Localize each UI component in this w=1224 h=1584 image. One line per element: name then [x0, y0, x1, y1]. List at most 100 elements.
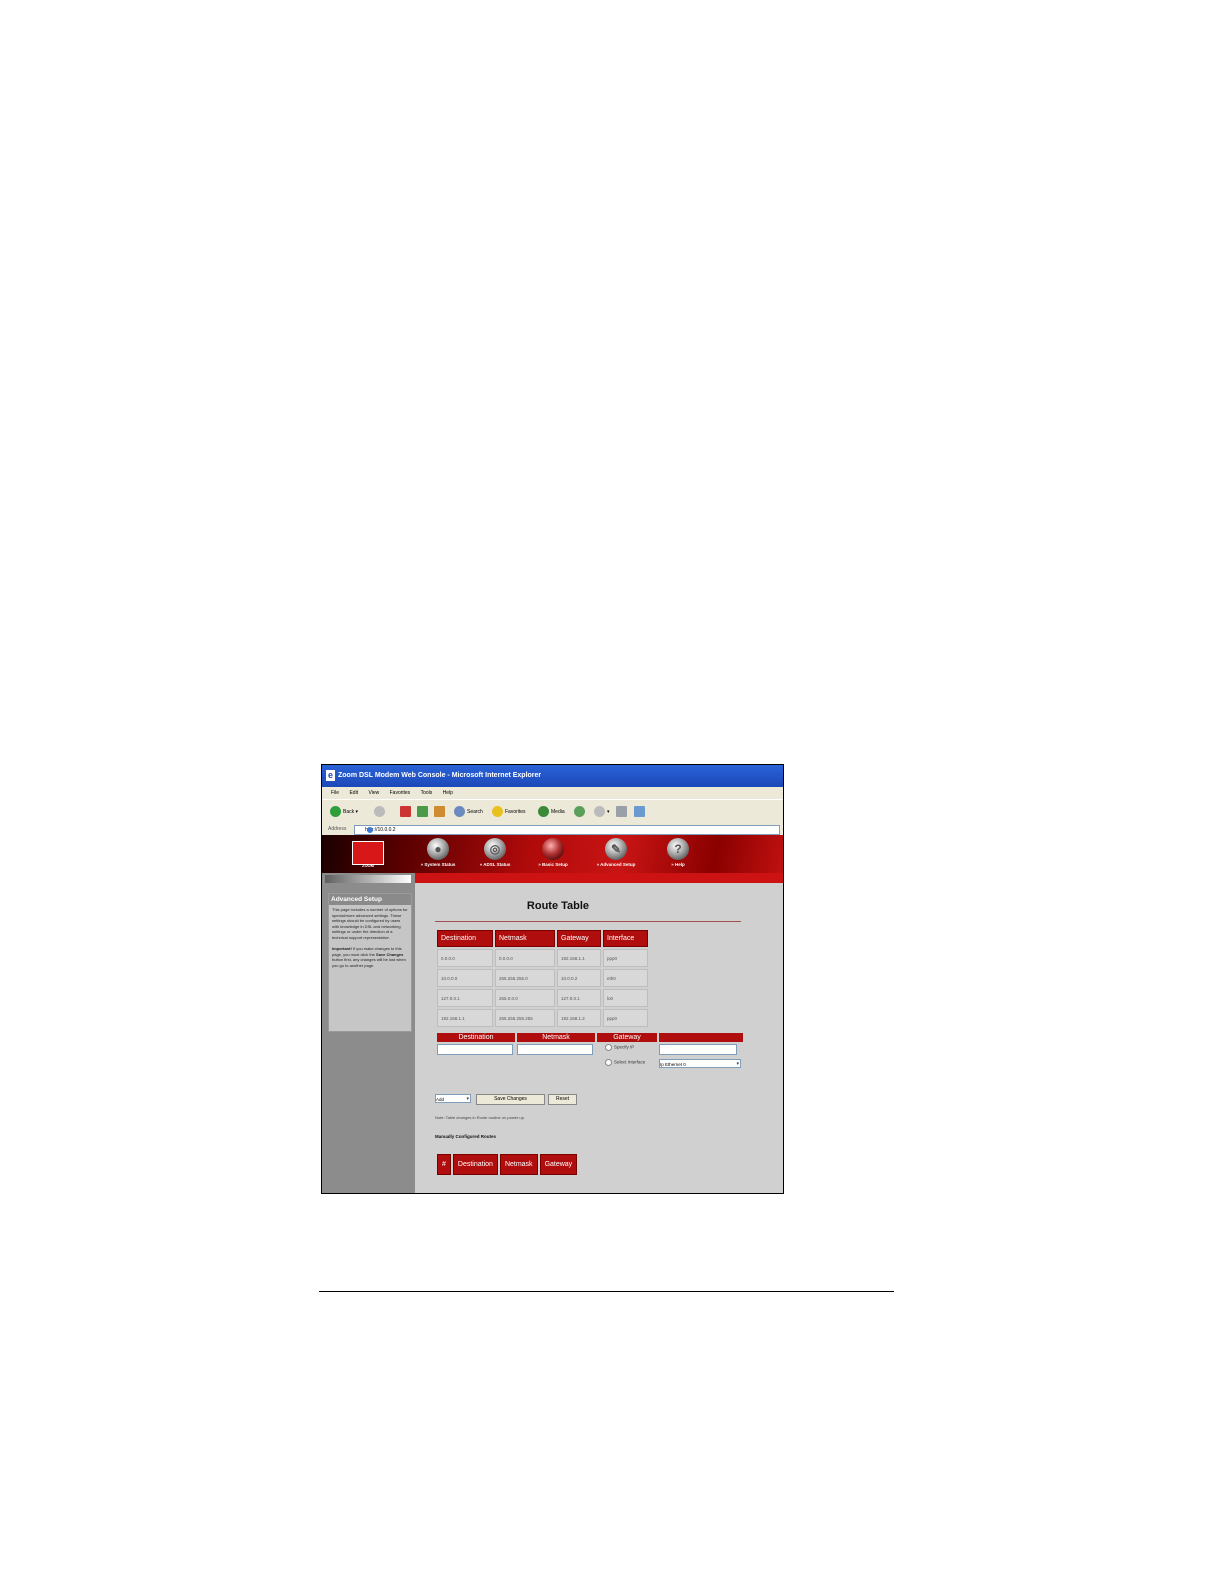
- cell-gateway: 192.168.1.1: [557, 949, 601, 967]
- page-icon: [367, 827, 373, 833]
- logo-text: ZOOM: [362, 863, 374, 868]
- cell-interface: ppp0: [603, 1009, 648, 1027]
- stop-icon: [400, 806, 411, 818]
- cell-interface: lo0: [603, 989, 648, 1007]
- gateway-ip-input[interactable]: [659, 1044, 737, 1055]
- mode-select[interactable]: Add ▾: [435, 1094, 471, 1103]
- search-button[interactable]: Search: [454, 805, 483, 819]
- home-icon: [434, 806, 445, 818]
- sidebar-help-panel: Advanced Setup This page includes a numb…: [328, 893, 412, 1032]
- menu-help[interactable]: Help: [443, 790, 453, 796]
- forward-button[interactable]: [374, 805, 387, 819]
- title-divider: [435, 921, 741, 922]
- history-icon: [574, 806, 585, 818]
- form-header-destination: Destination: [437, 1033, 515, 1042]
- cell-destination: 10.0.0.0: [437, 969, 493, 987]
- address-label: Address: [328, 826, 347, 832]
- header-netmask: Netmask: [495, 930, 555, 947]
- cell-gateway: 192.168.1.2: [557, 1009, 601, 1027]
- history-button[interactable]: [574, 805, 587, 819]
- nav-adsl-status[interactable]: ◎ » ADSL Status: [465, 838, 525, 867]
- table-row: 192.168.1.1 255.255.255.255 192.168.1.2 …: [437, 1009, 648, 1027]
- nav-help[interactable]: ? » Help: [648, 838, 708, 867]
- interface-select[interactable]: Ip Ethernet 0 ▾: [659, 1059, 741, 1068]
- cell-netmask: 0.0.0.0: [495, 949, 555, 967]
- browser-toolbar: Back ▾ Search Favorites Media ▾: [322, 799, 783, 825]
- star-icon: [492, 806, 503, 818]
- edit-button[interactable]: [634, 805, 647, 819]
- manual-routes-table: # Destination Netmask Gateway: [435, 1152, 579, 1177]
- cell-netmask: 255.255.255.0: [495, 969, 555, 987]
- browser-screenshot: e Zoom DSL Modem Web Console - Microsoft…: [321, 764, 784, 1194]
- window-titlebar[interactable]: e Zoom DSL Modem Web Console - Microsoft…: [322, 765, 783, 787]
- red-strip: [415, 873, 783, 883]
- manual-header-destination: Destination: [452, 1154, 498, 1175]
- address-bar: Address http://10.0.0.2: [322, 824, 783, 835]
- note-text: Note: Table changes in Route routine on …: [435, 1115, 525, 1120]
- specify-ip-label: Specify IP: [614, 1044, 635, 1050]
- chevron-down-icon: ▾: [736, 1061, 739, 1067]
- modem-banner: ZOOM ● » System Status ◎ » ADSL Status »…: [322, 835, 783, 873]
- header-destination: Destination: [437, 930, 493, 947]
- netmask-input[interactable]: [517, 1044, 593, 1055]
- menu-tools[interactable]: Tools: [421, 790, 433, 796]
- page-title: Route Table: [526, 900, 590, 912]
- route-table: Destination Netmask Gateway Interface 0.…: [435, 928, 650, 1029]
- manual-header-netmask: Netmask: [499, 1154, 538, 1175]
- form-header-spacer: [659, 1033, 743, 1042]
- home-button[interactable]: [434, 805, 447, 819]
- route-table-header: Destination Netmask Gateway Interface: [437, 930, 648, 947]
- edit-icon: [634, 806, 645, 818]
- adsl-icon: ◎: [484, 838, 506, 860]
- manual-routes-heading: Manually Configured Routes: [435, 1134, 497, 1139]
- back-button[interactable]: Back ▾: [330, 805, 358, 819]
- reset-button[interactable]: Reset: [548, 1094, 577, 1105]
- destination-input[interactable]: [437, 1044, 513, 1055]
- header-gateway: Gateway: [557, 930, 601, 947]
- status-icon: ●: [427, 838, 449, 860]
- sidebar-heading: Advanced Setup: [329, 894, 411, 905]
- mail-button[interactable]: ▾: [594, 805, 610, 819]
- print-button[interactable]: [616, 805, 629, 819]
- save-changes-button[interactable]: Save Changes: [476, 1094, 545, 1105]
- manual-header-number: #: [437, 1154, 451, 1175]
- menu-bar: File Edit View Favorites Tools Help: [322, 787, 783, 799]
- menu-favorites[interactable]: Favorites: [390, 790, 411, 796]
- menu-file[interactable]: File: [331, 790, 339, 796]
- refresh-button[interactable]: [417, 805, 430, 819]
- refresh-icon: [417, 806, 428, 818]
- chevron-down-icon: ▾: [466, 1096, 469, 1102]
- cell-netmask: 255.0.0.0: [495, 989, 555, 1007]
- address-input[interactable]: http://10.0.0.2: [354, 825, 780, 835]
- cell-gateway: 10.0.0.2: [557, 969, 601, 987]
- sidebar-gradient-bar: [325, 875, 411, 883]
- form-header-gateway: Gateway: [597, 1033, 657, 1042]
- menu-edit[interactable]: Edit: [349, 790, 358, 796]
- cell-destination: 127.0.0.1: [437, 989, 493, 1007]
- nav-system-status[interactable]: ● » System Status: [408, 838, 468, 867]
- sidebar-important: Important! If you make changes to this p…: [332, 946, 406, 968]
- select-interface-radio[interactable]: [605, 1059, 612, 1066]
- specify-ip-radio[interactable]: [605, 1044, 612, 1051]
- favorites-button[interactable]: Favorites: [492, 805, 526, 819]
- back-arrow-icon: [330, 806, 341, 818]
- wrench-icon: ✎: [605, 838, 627, 860]
- nav-basic-setup[interactable]: » Basic Setup: [523, 838, 583, 867]
- page-footer-rule: [319, 1291, 894, 1292]
- media-icon: [538, 806, 549, 818]
- basic-setup-icon: [542, 838, 564, 860]
- table-row: 0.0.0.0 0.0.0.0 192.168.1.1 ppp0: [437, 949, 648, 967]
- mail-icon: [594, 806, 605, 818]
- media-button[interactable]: Media: [538, 805, 565, 819]
- nav-advanced-setup[interactable]: ✎ » Advanced Setup: [586, 838, 646, 867]
- cell-gateway: 127.0.0.1: [557, 989, 601, 1007]
- cell-interface: eth0: [603, 969, 648, 987]
- header-interface: Interface: [603, 930, 648, 947]
- table-row: 10.0.0.0 255.255.255.0 10.0.0.2 eth0: [437, 969, 648, 987]
- menu-view[interactable]: View: [368, 790, 379, 796]
- stop-button[interactable]: [400, 805, 413, 819]
- window-title: Zoom DSL Modem Web Console - Microsoft I…: [338, 772, 542, 779]
- cell-destination: 0.0.0.0: [437, 949, 493, 967]
- form-header-netmask: Netmask: [517, 1033, 595, 1042]
- help-icon: ?: [667, 838, 689, 860]
